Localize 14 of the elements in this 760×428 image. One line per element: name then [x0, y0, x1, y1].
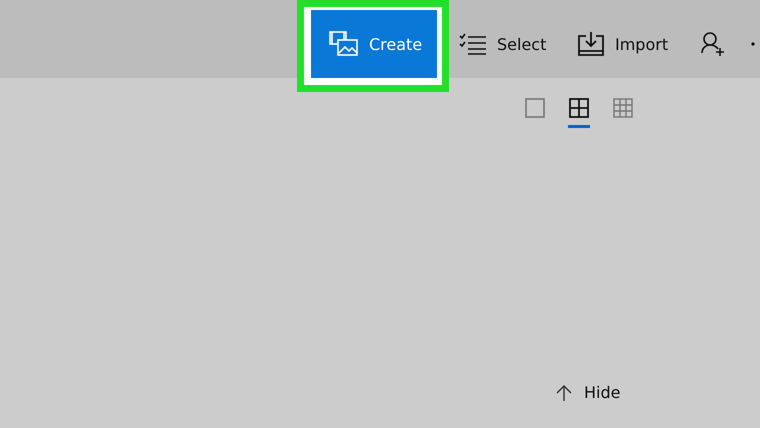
import-button[interactable]: Import	[567, 10, 691, 78]
photos-icon	[329, 31, 359, 57]
hide-button[interactable]: Hide	[552, 379, 624, 406]
more-icon	[751, 42, 755, 46]
single-view-icon	[525, 98, 545, 118]
create-button[interactable]: Create	[311, 10, 437, 78]
view-size-tab[interactable]	[568, 98, 590, 128]
select-button[interactable]: Select	[449, 10, 567, 78]
four-grid-icon	[569, 98, 589, 118]
up-arrow-icon	[556, 384, 572, 402]
add-person-icon	[701, 31, 725, 57]
nine-grid-icon	[613, 98, 633, 118]
checklist-icon	[459, 33, 487, 55]
import-icon	[577, 31, 605, 57]
